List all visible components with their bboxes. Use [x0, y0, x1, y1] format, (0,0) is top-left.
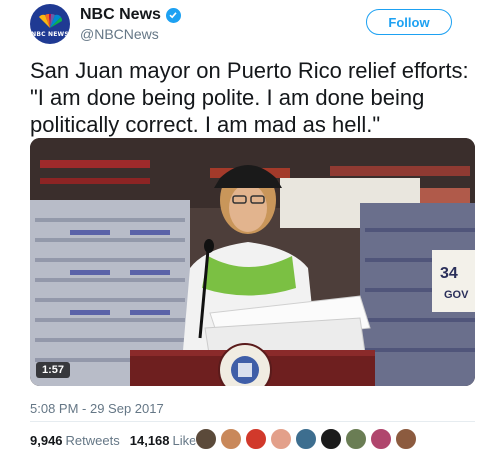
retweets-count[interactable]: 9,946: [30, 433, 63, 448]
nbc-news-avatar[interactable]: NBC NEWS: [30, 4, 70, 44]
liker-avatar[interactable]: [195, 428, 217, 450]
follow-button[interactable]: Follow: [366, 9, 452, 35]
author-name[interactable]: NBC News: [80, 6, 161, 24]
tweet-timestamp[interactable]: 5:08 PM - 29 Sep 2017: [30, 401, 164, 416]
author-name-row: NBC News: [80, 6, 181, 24]
liker-avatar[interactable]: [320, 428, 342, 450]
peacock-logo-icon: [39, 13, 63, 28]
divider: [30, 421, 475, 422]
liker-avatar[interactable]: [220, 428, 242, 450]
video-duration: 1:57: [36, 362, 71, 378]
liker-avatars: [195, 428, 420, 450]
tweet-stats: 9,946 Retweets 14,168 Likes: [30, 433, 213, 448]
liker-avatar[interactable]: [245, 428, 267, 450]
sign-number: 34: [440, 265, 458, 282]
liker-avatar[interactable]: [370, 428, 392, 450]
sign-label: GOV: [444, 289, 469, 301]
author-handle[interactable]: @NBCNews: [80, 26, 159, 42]
video-thumbnail: 34 GOV: [30, 138, 475, 386]
liker-avatar[interactable]: [270, 428, 292, 450]
avatar-label: NBC NEWS: [31, 30, 69, 38]
retweets-label[interactable]: Retweets: [66, 433, 120, 448]
likes-count[interactable]: 14,168: [130, 433, 170, 448]
tweet-card: NBC NEWS NBC News @NBCNews Follow San Ju…: [0, 0, 500, 463]
liker-avatar[interactable]: [345, 428, 367, 450]
tweet-text: San Juan mayor on Puerto Rico relief eff…: [30, 58, 469, 137]
liker-avatar[interactable]: [395, 428, 417, 450]
liker-avatar[interactable]: [295, 428, 317, 450]
video-player[interactable]: 34 GOV 1:57: [30, 138, 475, 386]
verified-badge-icon: [165, 7, 181, 23]
